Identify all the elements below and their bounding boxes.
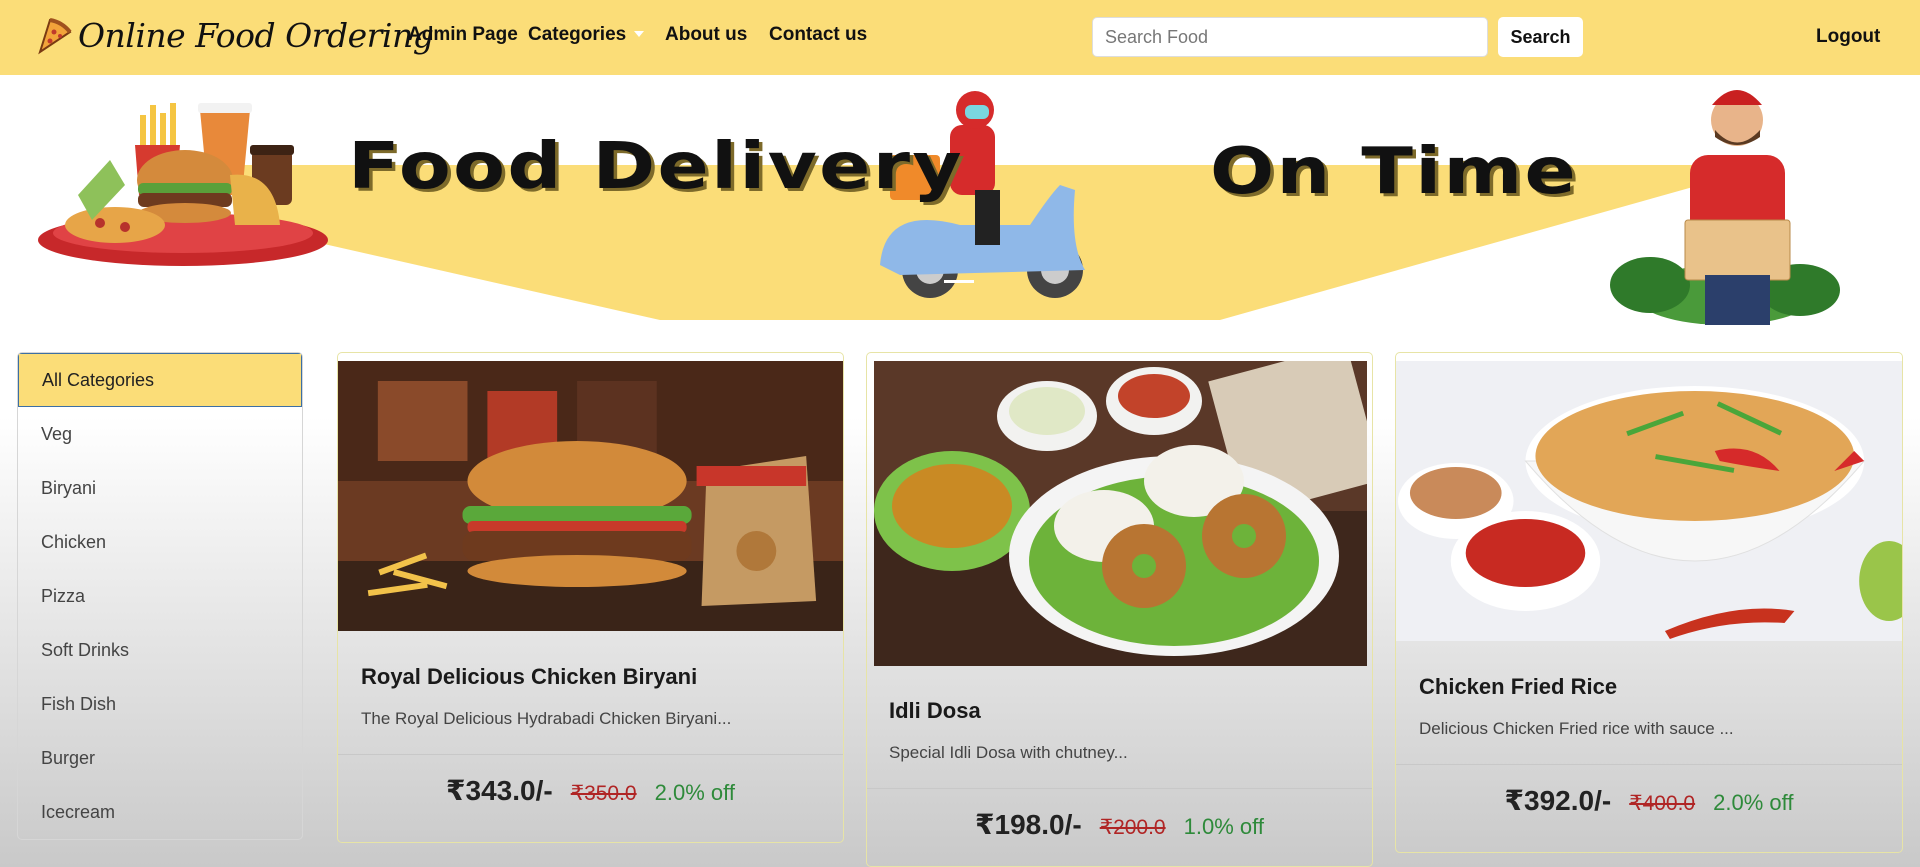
product-price: ₹198.0/- [975, 809, 1082, 840]
category-list: All Categories Veg Biryani Chicken Pizza… [17, 352, 303, 840]
category-item-biryani[interactable]: Biryani [18, 461, 302, 515]
product-card[interactable]: Royal Delicious Chicken Biryani The Roya… [337, 352, 844, 843]
banner-headline-left: Food Delivery [348, 130, 964, 204]
nav-about-us[interactable]: About us [665, 24, 747, 46]
product-title[interactable]: Idli Dosa [889, 698, 981, 724]
search-button[interactable]: Search [1498, 17, 1583, 57]
category-item-burger[interactable]: Burger [18, 731, 302, 785]
product-discount: 1.0% off [1183, 814, 1264, 839]
product-image-fried-rice [1396, 361, 1902, 641]
product-description: The Royal Delicious Hydrabadi Chicken Bi… [361, 709, 732, 728]
brand-link[interactable]: Online Food Ordering [34, 14, 434, 56]
product-description: Delicious Chicken Fried rice with sauce … [1419, 719, 1734, 738]
category-item-all[interactable]: All Categories [18, 353, 302, 407]
price-row: ₹198.0/- ₹200.0 1.0% off [867, 808, 1372, 841]
price-row: ₹392.0/- ₹400.0 2.0% off [1396, 784, 1902, 817]
nav-contact-us[interactable]: Contact us [769, 24, 867, 46]
navbar: Online Food Ordering Admin Page Categori… [0, 0, 1920, 75]
logout-link[interactable]: Logout [1816, 26, 1880, 48]
pizza-slice-icon [38, 18, 72, 55]
category-label: Biryani [41, 477, 97, 498]
product-price: ₹343.0/- [446, 775, 553, 806]
category-item-soft-drinks[interactable]: Soft Drinks [18, 623, 302, 677]
search-input[interactable] [1092, 17, 1488, 57]
banner-headline-right: On Time [1210, 135, 1579, 209]
category-item-fish-dish[interactable]: Fish Dish [18, 677, 302, 731]
product-image-burger [338, 361, 843, 631]
category-label: Soft Drinks [41, 639, 130, 660]
nav-categories-label: Categories [528, 24, 627, 45]
nav-admin-page[interactable]: Admin Page [408, 24, 518, 46]
price-row: ₹343.0/- ₹350.0 2.0% off [338, 774, 843, 807]
product-discount: 2.0% off [1713, 790, 1794, 815]
product-title[interactable]: Chicken Fried Rice [1419, 674, 1617, 700]
promo-banner: Food Delivery On Time [0, 75, 1920, 325]
category-label: Veg [41, 423, 73, 444]
category-label: Chicken [41, 531, 107, 552]
product-price: ₹392.0/- [1504, 785, 1612, 816]
product-title[interactable]: Royal Delicious Chicken Biryani [361, 664, 697, 690]
product-image-idli-dosa [874, 361, 1367, 666]
caret-down-icon [634, 31, 645, 37]
category-item-pizza[interactable]: Pizza [18, 569, 302, 623]
category-label: Icecream [41, 801, 116, 822]
category-label: Pizza [41, 585, 86, 606]
category-item-veg[interactable]: Veg [18, 407, 302, 461]
product-card[interactable]: Chicken Fried Rice Delicious Chicken Fri… [1395, 352, 1903, 853]
product-old-price: ₹400.0 [1629, 792, 1696, 815]
category-label: Fish Dish [41, 693, 117, 714]
category-item-chicken[interactable]: Chicken [18, 515, 302, 569]
product-discount: 2.0% off [654, 780, 735, 805]
product-card[interactable]: Idli Dosa Special Idli Dosa with chutney… [866, 352, 1373, 867]
category-item-icecream[interactable]: Icecream [18, 785, 302, 839]
product-old-price: ₹200.0 [1099, 816, 1166, 839]
product-description: Special Idli Dosa with chutney... [889, 743, 1128, 762]
category-label: Burger [41, 747, 96, 768]
nav-categories-dropdown[interactable]: Categories [528, 24, 645, 46]
brand-name: Online Food Ordering [78, 15, 434, 55]
category-label: All Categories [42, 369, 155, 390]
product-old-price: ₹350.0 [570, 782, 637, 805]
